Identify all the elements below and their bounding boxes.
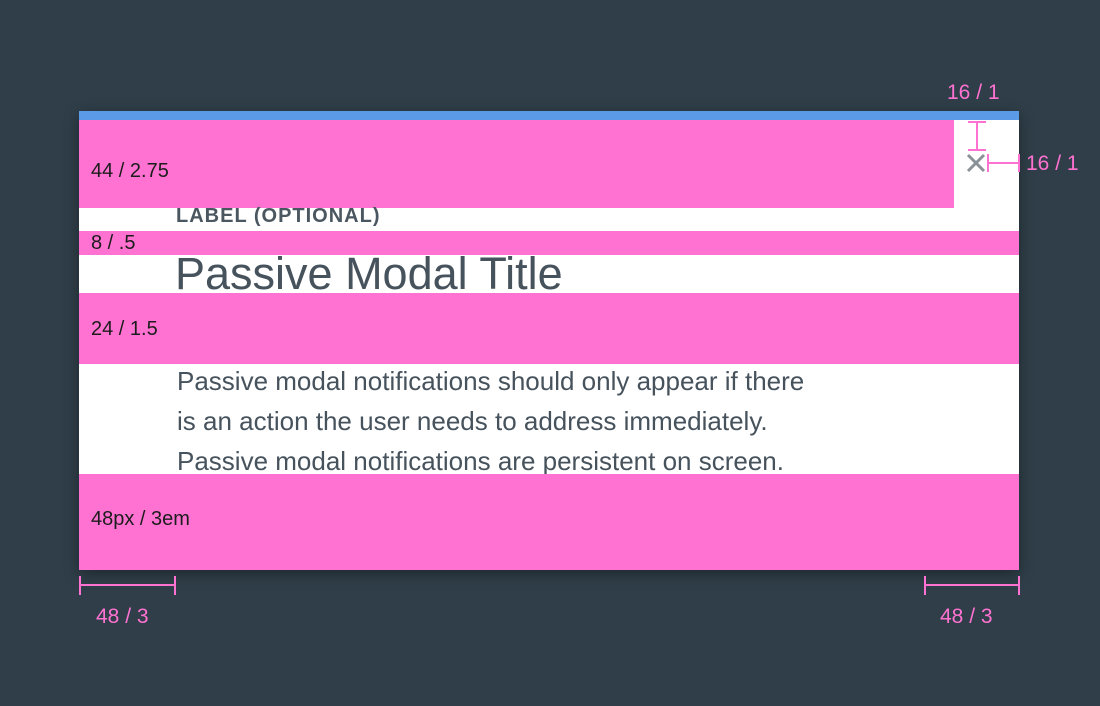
modal-label: LABEL (OPTIONAL) bbox=[176, 205, 381, 227]
close-top-dimension: 16 / 1 bbox=[947, 81, 1000, 104]
header-spacer: 44 / 2.75 bbox=[79, 120, 954, 208]
title-body-spacer-label: 24 / 1.5 bbox=[91, 318, 158, 340]
label-title-spacer-label: 8 / .5 bbox=[91, 232, 136, 254]
header-spacer-label: 44 / 2.75 bbox=[91, 160, 169, 182]
modal-body-line: Passive modal notifications should only … bbox=[177, 366, 805, 396]
modal-body: Passive modal notifications should only … bbox=[177, 361, 937, 481]
close-icon[interactable] bbox=[965, 152, 987, 174]
passive-modal: 44 / 2.75 LABEL (OPTIONAL) 8 / .5 Passiv… bbox=[79, 111, 1019, 570]
modal-body-line: is an action the user needs to address i… bbox=[177, 406, 768, 436]
title-body-spacer: 24 / 1.5 bbox=[79, 293, 1019, 364]
right-padding-dimension: 48 / 3 bbox=[940, 605, 993, 628]
modal-title: Passive Modal Title bbox=[175, 248, 563, 299]
close-right-dimension: 16 / 1 bbox=[1026, 152, 1079, 175]
left-padding-dimension: 48 / 3 bbox=[96, 605, 149, 628]
footer-spacer-label: 48px / 3em bbox=[91, 508, 190, 530]
modal-accent-bar bbox=[79, 111, 1019, 120]
footer-spacer: 48px / 3em bbox=[79, 474, 1019, 570]
